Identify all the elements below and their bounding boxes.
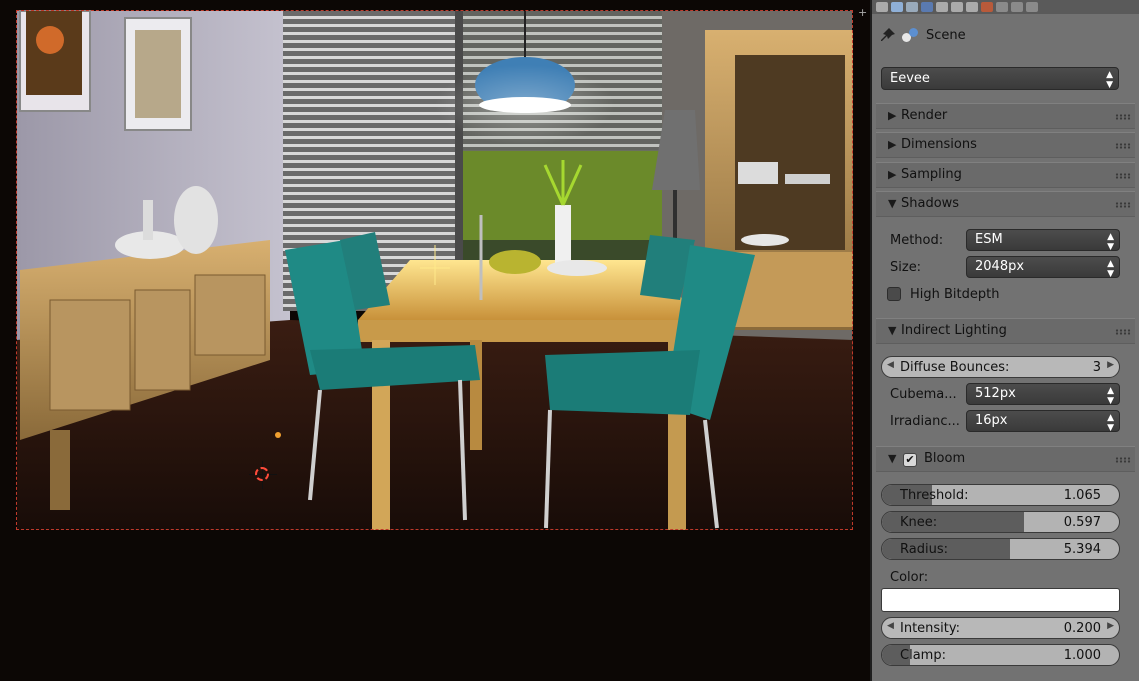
3d-cursor-icon[interactable] [249,461,277,489]
texture-tab-icon[interactable] [996,2,1008,12]
updown-arrows-icon: ▲ ▼ [1107,386,1114,406]
bloom-enable-checkbox[interactable]: ✔ [903,453,917,467]
particles-tab-icon[interactable] [1026,2,1038,12]
bloom-knee-slider[interactable]: Knee: 0.597 [881,511,1120,533]
scene-label: Scene [926,27,966,43]
increment-arrow-icon[interactable]: ▶ [1107,621,1114,631]
irradiance-size-dropdown[interactable]: 16px ▲ ▼ [966,410,1120,433]
drag-grip-icon[interactable] [1115,202,1131,208]
shadow-size-dropdown[interactable]: 2048px ▲ ▼ [966,256,1120,279]
render-tab-icon[interactable] [876,2,888,12]
collapse-triangle-icon: ▼ [888,197,897,210]
drag-grip-icon[interactable] [1115,143,1131,149]
shadow-size-label: Size: [890,260,922,275]
pin-icon[interactable] [880,27,896,43]
bloom-color-swatch[interactable] [881,588,1120,612]
cubemap-size-dropdown[interactable]: 512px ▲ ▼ [966,383,1120,406]
properties-context-tabs[interactable] [872,0,1139,14]
panel-header-dimensions[interactable]: ▶ Dimensions [876,132,1135,158]
render-layers-tab-icon[interactable] [891,2,903,12]
decrement-arrow-icon[interactable]: ◀ [887,360,894,370]
render-engine-value: Eevee [890,71,930,86]
updown-arrows-icon: ▲ ▼ [1107,413,1114,433]
high-bitdepth-checkbox[interactable] [887,287,901,301]
panel-header-bloom[interactable]: ▼ ✔ Bloom [876,446,1135,472]
high-bitdepth-label: High Bitdepth [910,287,1000,302]
increment-arrow-icon[interactable]: ▶ [1107,360,1114,370]
panel-header-indirect-lighting[interactable]: ▼ Indirect Lighting [876,318,1135,344]
panel-header-sampling[interactable]: ▶ Sampling [876,162,1135,188]
render-engine-dropdown[interactable]: Eevee ▲ ▼ [881,67,1119,90]
bloom-radius-slider[interactable]: Radius: 5.394 [881,538,1120,560]
expand-triangle-icon: ▶ [888,109,897,122]
drag-grip-icon[interactable] [1115,173,1131,179]
updown-arrows-icon: ▲ ▼ [1107,259,1114,279]
3d-viewport[interactable]: + [0,0,870,681]
scene-tab-icon[interactable] [906,2,918,12]
expand-triangle-icon: ▶ [888,168,897,181]
updown-arrows-icon: ▲ ▼ [1107,232,1114,252]
panel-header-shadows[interactable]: ▼ Shadows [876,191,1135,217]
shadow-method-dropdown[interactable]: ESM ▲ ▼ [966,229,1120,252]
panel-header-render[interactable]: ▶ Render [876,103,1135,129]
irradiance-label: Irradianc... [890,414,960,429]
drag-grip-icon[interactable] [1115,457,1131,463]
shadow-method-label: Method: [890,233,944,248]
physics-tab-icon[interactable] [1011,2,1023,12]
expand-triangle-icon: ▶ [888,138,897,151]
collapse-triangle-icon: ▼ [888,324,897,337]
constraints-tab-icon[interactable] [951,2,963,12]
drag-grip-icon[interactable] [1115,114,1131,120]
diffuse-bounces-field[interactable]: ◀ Diffuse Bounces: 3 ▶ [881,356,1120,378]
world-tab-icon[interactable] [921,2,933,12]
material-tab-icon[interactable] [981,2,993,12]
collapse-triangle-icon: ▼ [888,452,897,465]
camera-frame-border [16,10,853,530]
breadcrumb: Scene [880,24,966,46]
modifiers-tab-icon[interactable] [966,2,978,12]
area-split-plus-icon[interactable]: + [858,6,867,19]
cubemap-label: Cubema... [890,387,957,402]
properties-panel: Scene Eevee ▲ ▼ ▶ Render ▶ Dimensions ▶ S… [872,0,1139,681]
scene-icon [902,27,920,43]
bloom-intensity-field[interactable]: ◀ Intensity: 0.200 ▶ [881,617,1120,639]
updown-arrows-icon: ▲ ▼ [1106,70,1113,90]
object-origin-dot[interactable] [275,432,281,438]
bloom-threshold-slider[interactable]: Threshold: 1.065 [881,484,1120,506]
bloom-color-label: Color: [890,570,929,585]
decrement-arrow-icon[interactable]: ◀ [887,621,894,631]
object-tab-icon[interactable] [936,2,948,12]
drag-grip-icon[interactable] [1115,329,1131,335]
bloom-clamp-slider[interactable]: Clamp: 1.000 [881,644,1120,666]
